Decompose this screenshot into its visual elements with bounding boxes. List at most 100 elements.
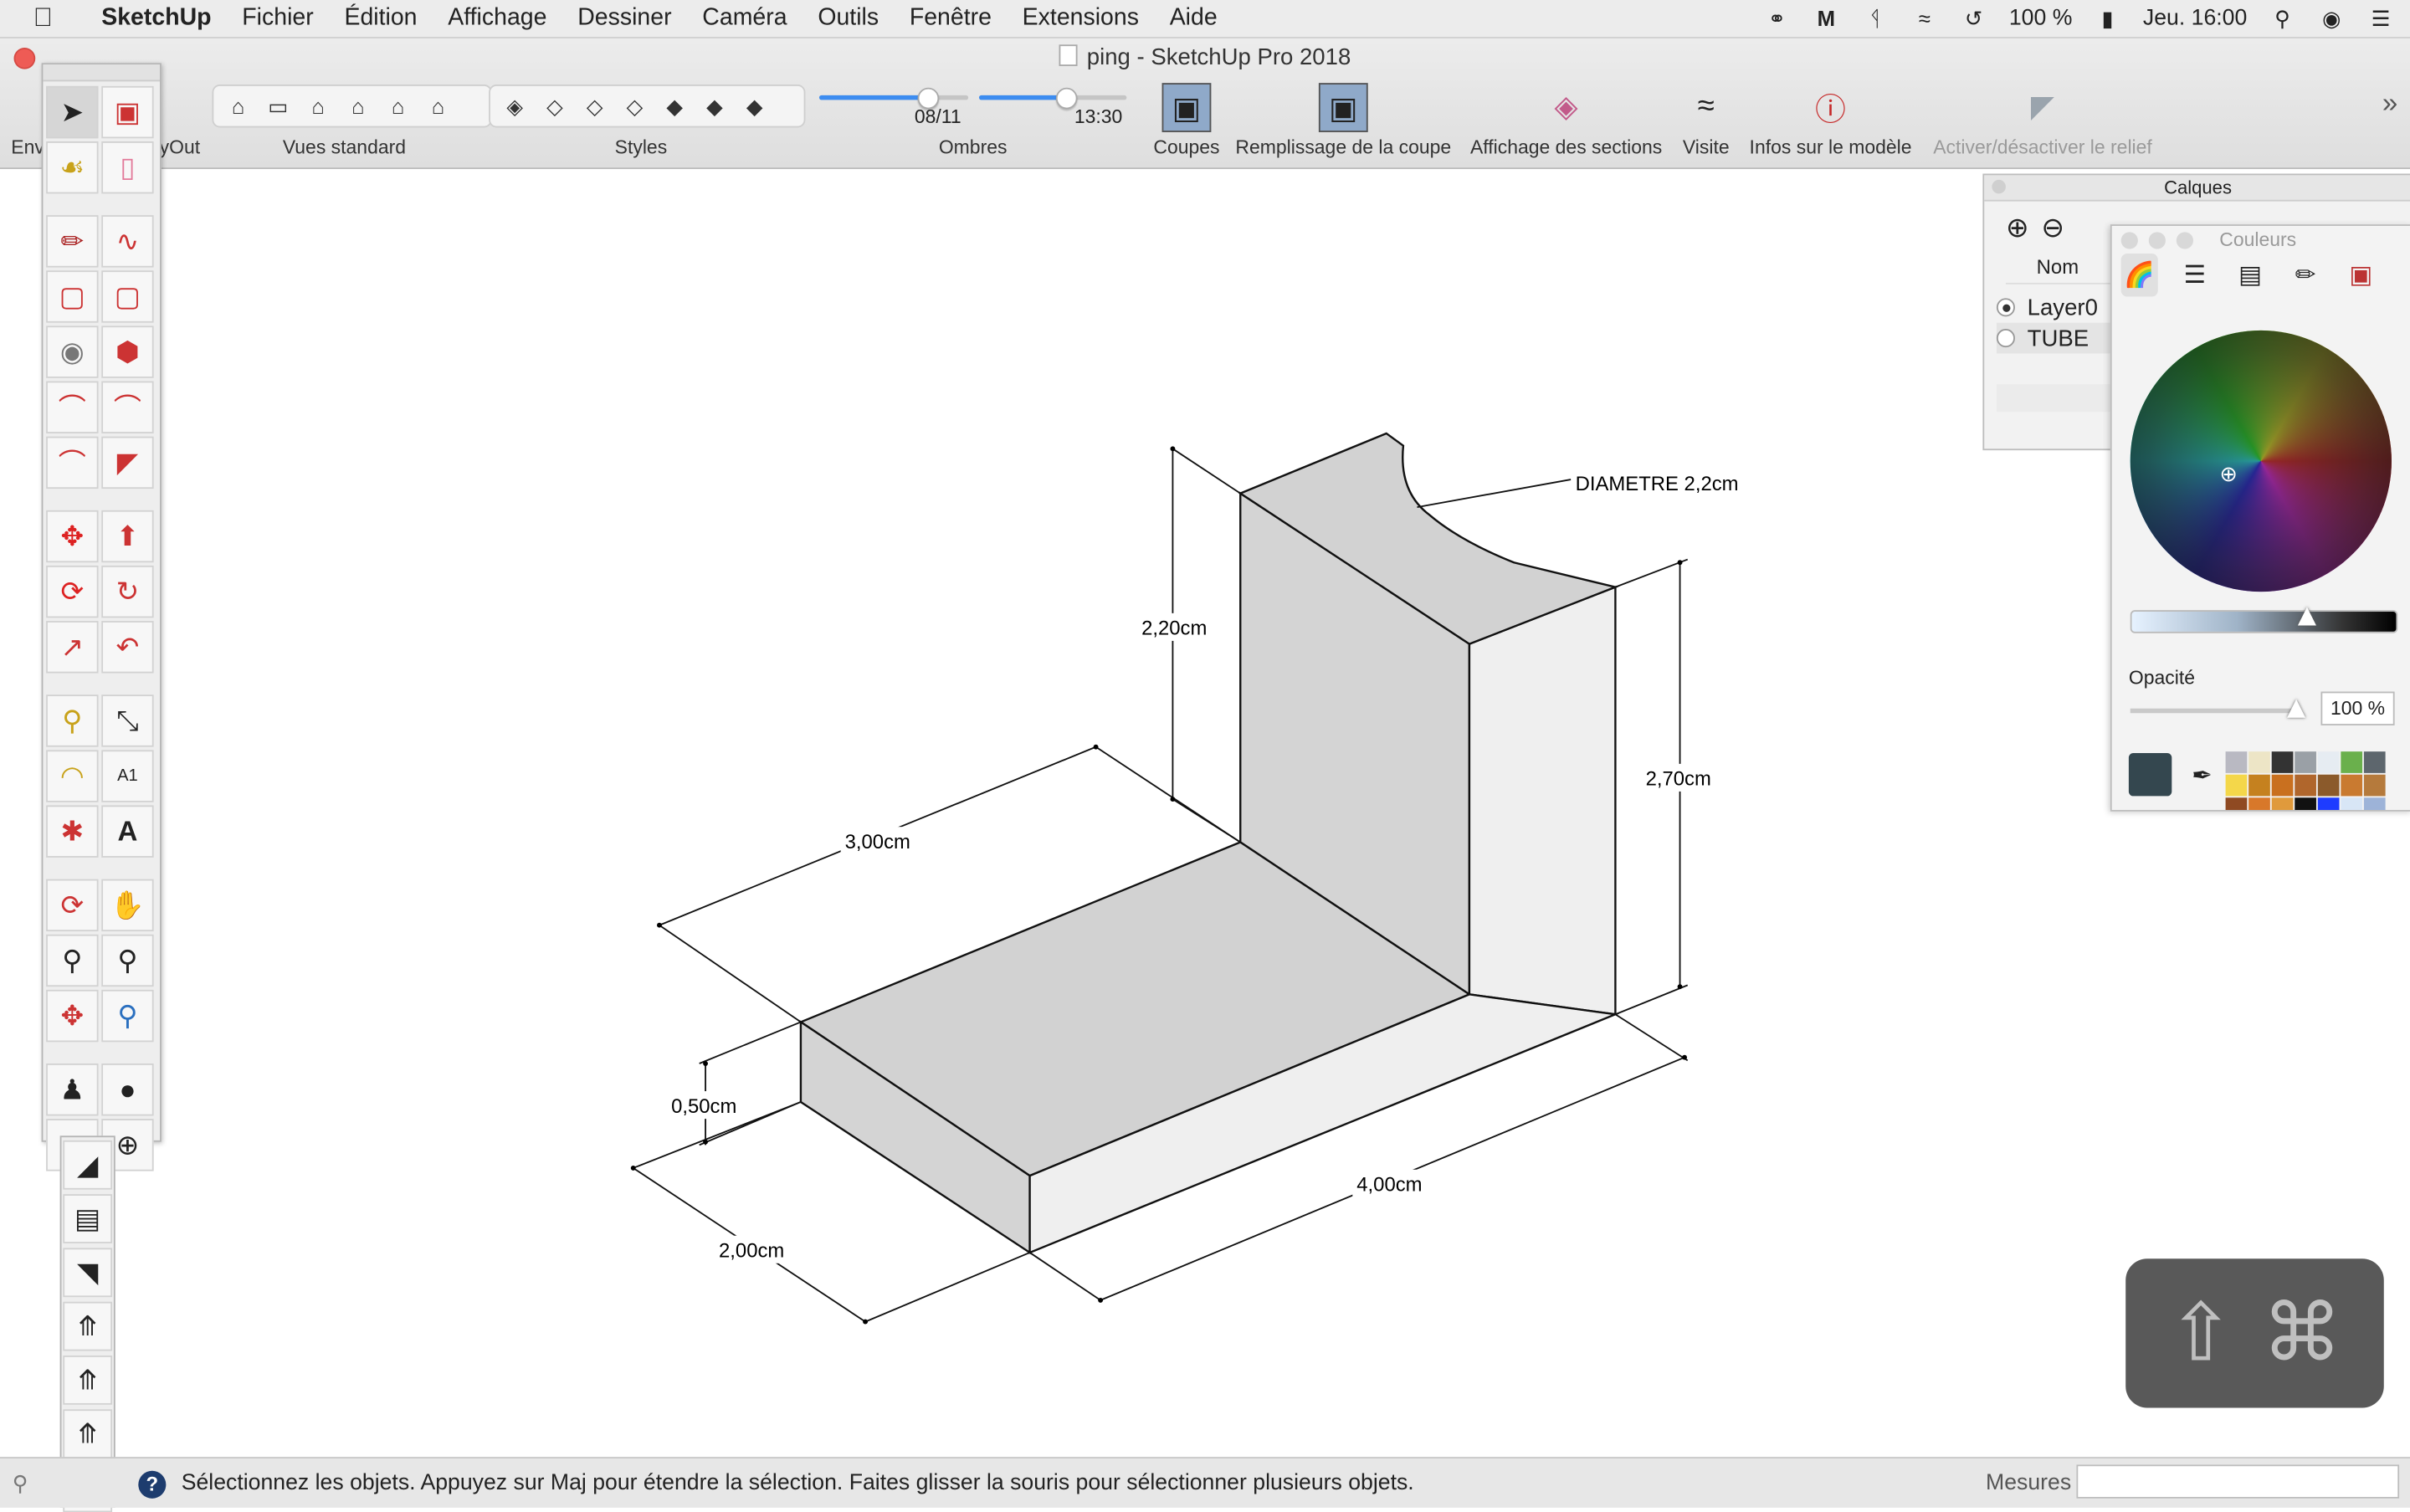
shadow-time-slider[interactable] <box>978 87 1127 110</box>
back-view-icon[interactable]: ⌂ <box>380 90 417 123</box>
iso-view-icon[interactable]: ⌂ <box>220 90 257 123</box>
make-component-icon[interactable]: ▣ <box>101 85 154 139</box>
follow-me-tool-icon[interactable]: ↻ <box>101 565 154 618</box>
color-wheel-tab-icon[interactable]: 🌈 <box>2120 254 2158 297</box>
menu-outils[interactable]: Outils <box>802 5 895 33</box>
menu-aide[interactable]: Aide <box>1154 5 1233 33</box>
menu-affichage[interactable]: Affichage <box>433 5 562 33</box>
opacity-value-field[interactable]: 100 % <box>2320 691 2395 725</box>
terrain-toggle-icon[interactable]: ◤ <box>2019 83 2065 129</box>
text-tool-icon[interactable]: A1 <box>101 750 154 802</box>
menu-fichier[interactable]: Fichier <box>227 5 329 33</box>
pie-tool-icon[interactable]: ◤ <box>101 436 154 489</box>
back-edges-style-icon[interactable]: ◇ <box>536 90 573 123</box>
rotate-tool-icon[interactable]: ⟳ <box>46 565 99 618</box>
shaded-textures-style-icon[interactable]: ◆ <box>696 90 733 123</box>
layer-active-radio[interactable] <box>1996 329 2015 348</box>
3d-text-tool-icon[interactable]: A <box>101 805 154 858</box>
pencils-tab-icon[interactable]: ✏ <box>2287 254 2324 296</box>
instructor-help-icon[interactable]: ? <box>138 1470 167 1499</box>
sandbox-from-contours-icon[interactable]: ◢ <box>63 1140 113 1190</box>
walk-tool-icon[interactable]: ● <box>101 1064 154 1116</box>
hidden-line-style-icon[interactable]: ◇ <box>617 90 654 123</box>
eraser-icon[interactable]: ▯ <box>101 141 154 194</box>
add-detail-icon[interactable]: ⤊ <box>63 1409 113 1459</box>
colors-window-controls[interactable] <box>2120 232 2194 249</box>
opacity-slider[interactable] <box>2130 699 2306 718</box>
move-tool-icon[interactable]: ✥ <box>46 510 99 563</box>
three-point-arc-tool-icon[interactable]: ⌒ <box>46 436 99 489</box>
menu-fenetre[interactable]: Fenêtre <box>894 5 1007 33</box>
previous-view-icon[interactable]: ⚲ <box>101 989 154 1043</box>
model-info-icon[interactable]: ⓘ <box>1808 83 1854 129</box>
two-point-arc-tool-icon[interactable]: ⌒ <box>101 381 154 433</box>
scale-tool-icon[interactable]: ↗ <box>46 621 99 674</box>
left-view-icon[interactable]: ⌂ <box>419 90 456 123</box>
freehand-tool-icon[interactable]: ∿ <box>101 215 154 268</box>
line-tool-icon[interactable]: ✏ <box>46 215 99 268</box>
orbit-tool-icon[interactable]: ⟳ <box>46 879 99 932</box>
smoove-icon[interactable]: ◥ <box>63 1248 113 1298</box>
push-pull-tool-icon[interactable]: ⬆ <box>101 510 154 563</box>
select-tool-icon[interactable]: ➤ <box>46 85 99 139</box>
zoom-tool-icon[interactable]: ⚲ <box>46 934 99 987</box>
top-view-icon[interactable]: ▭ <box>259 90 296 123</box>
apple-menu-icon[interactable]:  <box>0 3 86 34</box>
circle-tool-icon[interactable]: ◉ <box>46 325 99 378</box>
menu-camera[interactable]: Caméra <box>687 5 802 33</box>
shadow-date-slider[interactable] <box>818 87 969 110</box>
menu-app[interactable]: SketchUp <box>86 5 227 33</box>
polygon-tool-icon[interactable]: ⬢ <box>101 325 154 378</box>
right-view-icon[interactable]: ⌂ <box>340 90 377 123</box>
creative-cloud-icon[interactable]: ⚭ <box>1763 5 1791 31</box>
brightness-slider-knob[interactable] <box>2297 607 2316 626</box>
color-sliders-tab-icon[interactable]: ☰ <box>2177 254 2213 296</box>
wireframe-style-icon[interactable]: ◇ <box>577 90 613 123</box>
monochrome-style-icon[interactable]: ◆ <box>736 90 773 123</box>
section-fill-icon[interactable]: ▣ <box>1318 83 1368 132</box>
malwarebytes-icon[interactable]: M <box>1813 6 1840 30</box>
toolbar-overflow-chevron-icon[interactable]: » <box>2382 88 2397 120</box>
offset-tool-icon[interactable]: ↶ <box>101 621 154 674</box>
remove-layer-icon[interactable]: ⊖ <box>2041 212 2064 244</box>
menu-extensions[interactable]: Extensions <box>1007 5 1154 33</box>
measurements-input[interactable] <box>2076 1464 2400 1499</box>
bluetooth-icon[interactable]: ᛩ <box>1862 6 1890 30</box>
layer-name[interactable]: Layer0 <box>2028 295 2098 320</box>
layers-panel-titlebar[interactable]: Calques <box>1984 175 2410 202</box>
rectangle-tool-icon[interactable]: ▢ <box>46 270 99 323</box>
drape-icon[interactable]: ⤊ <box>63 1355 113 1405</box>
tool-palette-titlebar[interactable] <box>43 64 161 82</box>
pan-tool-icon[interactable]: ✋ <box>101 879 154 932</box>
dimension-tool-icon[interactable]: ⤡ <box>101 694 154 747</box>
menu-edition[interactable]: Édition <box>329 5 433 33</box>
layer-active-radio[interactable] <box>1996 298 2015 317</box>
xray-style-icon[interactable]: ◈ <box>496 90 533 123</box>
image-palettes-tab-icon[interactable]: ▤ <box>2232 254 2269 296</box>
front-view-icon[interactable]: ⌂ <box>300 90 336 123</box>
tape-measure-icon[interactable]: ⚲ <box>46 694 99 747</box>
walk-footprints-icon[interactable]: ≈ <box>1683 83 1729 129</box>
zoom-window-icon[interactable]: ⚲ <box>101 934 154 987</box>
materials-tab-icon[interactable]: ▣ <box>2342 254 2379 296</box>
layer-name[interactable]: TUBE <box>2028 325 2089 351</box>
menu-dessiner[interactable]: Dessiner <box>562 5 687 33</box>
spotlight-search-icon[interactable]: ⚲ <box>2269 5 2296 31</box>
zoom-extents-icon[interactable]: ✥ <box>46 989 99 1043</box>
position-camera-icon[interactable]: ♟ <box>46 1064 99 1116</box>
paint-bucket-icon[interactable]: ☙ <box>46 141 99 194</box>
sandbox-from-scratch-icon[interactable]: ▤ <box>63 1194 113 1243</box>
layers-column-name[interactable]: Nom <box>2037 255 2079 279</box>
siri-icon[interactable]: ◉ <box>2318 5 2346 31</box>
rotated-rectangle-tool-icon[interactable]: ▢ <box>101 270 154 323</box>
color-wheel-crosshair-icon[interactable]: ⊕ <box>2218 463 2239 484</box>
arc-tool-icon[interactable]: ⌒ <box>46 381 99 433</box>
current-color-swatch[interactable] <box>2128 752 2172 797</box>
color-swatch-grid[interactable] <box>2225 751 2386 810</box>
section-plane-icon[interactable]: ▣ <box>1161 83 1212 132</box>
shaded-style-icon[interactable]: ◆ <box>656 90 693 123</box>
protractor-icon[interactable]: ◠ <box>46 750 99 802</box>
colors-panel-titlebar[interactable]: Couleurs <box>2112 226 2410 254</box>
geolocation-icon[interactable]: ⚲ <box>13 1471 28 1497</box>
opacity-slider-knob[interactable] <box>2287 699 2306 718</box>
